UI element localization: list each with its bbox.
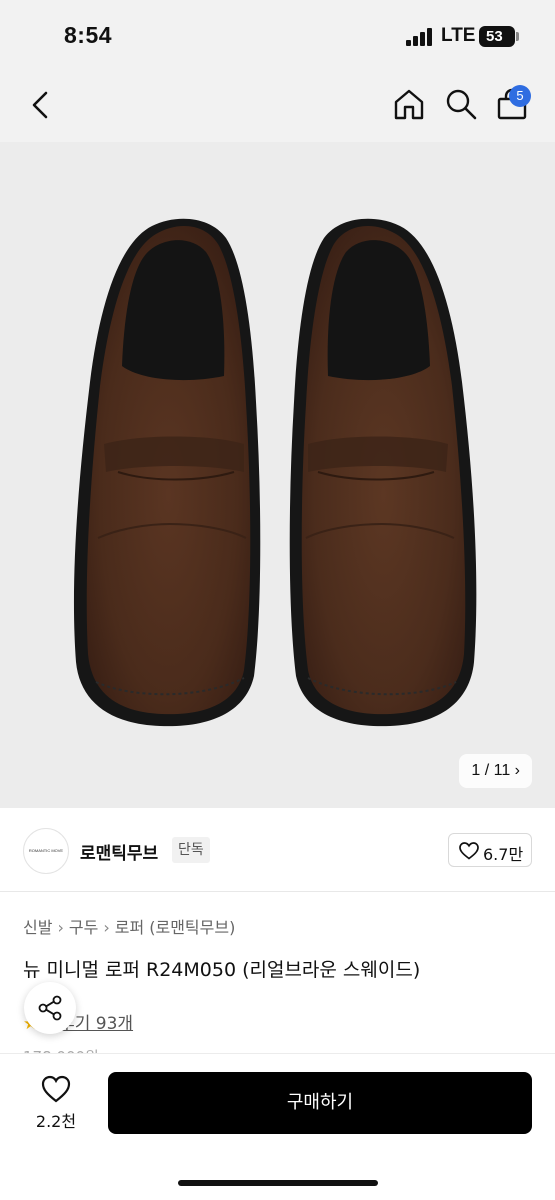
wishlist-heart-icon[interactable] bbox=[40, 1074, 72, 1104]
top-nav: 5 bbox=[0, 68, 555, 142]
home-icon[interactable] bbox=[392, 87, 426, 121]
search-icon[interactable] bbox=[444, 87, 478, 121]
breadcrumb: 신발 › 구두 › 로퍼 (로맨틱무브) bbox=[23, 914, 235, 938]
brand-like-button[interactable]: 6.7만 bbox=[448, 833, 532, 867]
brand-like-count: 6.7만 bbox=[483, 845, 524, 864]
status-time: 8:54 bbox=[64, 22, 113, 48]
brand-logo[interactable]: ROMANTIC MOVE bbox=[23, 828, 69, 874]
product-title: 뉴 미니멀 로퍼 R24M050 (리얼브라운 스웨이드) bbox=[23, 959, 421, 981]
share-icon bbox=[38, 995, 62, 1021]
wishlist-count: 2.2천 bbox=[35, 1112, 77, 1131]
back-icon[interactable] bbox=[26, 88, 60, 122]
brand-name[interactable]: 로맨틱무브 bbox=[80, 839, 158, 864]
share-button[interactable] bbox=[24, 982, 76, 1034]
buy-button[interactable]: 구매하기 bbox=[108, 1072, 532, 1134]
heart-icon bbox=[459, 842, 479, 860]
image-counter[interactable]: 1 / 11 › bbox=[459, 754, 532, 788]
loafer-photo bbox=[73, 218, 477, 727]
signal-icon bbox=[406, 28, 436, 46]
home-indicator bbox=[178, 1180, 378, 1186]
breadcrumb-item[interactable]: 구두 bbox=[69, 914, 98, 938]
brand-row[interactable]: ROMANTIC MOVE 로맨틱무브 단독 6.7만 bbox=[0, 808, 555, 892]
product-image[interactable]: 1 / 11 › bbox=[0, 142, 555, 808]
network-label: LTE bbox=[441, 25, 476, 46]
exclusive-tag: 단독 bbox=[172, 837, 210, 863]
breadcrumb-item[interactable]: 신발 bbox=[23, 914, 52, 938]
battery-icon: 53 bbox=[479, 26, 515, 47]
cart-count-badge: 5 bbox=[509, 85, 531, 107]
breadcrumb-item[interactable]: 로퍼 (로맨틱무브) bbox=[115, 914, 236, 938]
status-bar: 8:54 LTE 53 bbox=[0, 0, 555, 68]
bottom-action-bar: 2.2천 구매하기 bbox=[0, 1054, 555, 1200]
